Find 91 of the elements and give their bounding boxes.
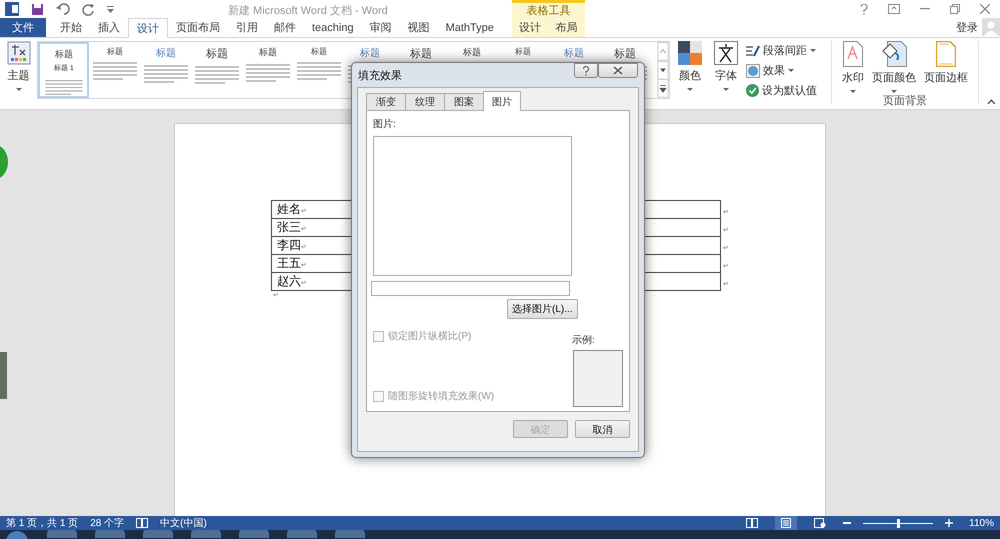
ribbon-tab[interactable]: 引用 xyxy=(228,18,266,37)
group-label: 页面背景 xyxy=(883,94,928,109)
zoom-slider-thumb[interactable] xyxy=(897,518,900,528)
ribbon-tab[interactable]: 邮件 xyxy=(266,18,304,37)
caret-icon xyxy=(687,88,694,91)
start-button-icon[interactable] xyxy=(5,530,29,539)
font-character-icon xyxy=(714,41,738,65)
page-count: 第 1 页，共 1 页 xyxy=(6,516,78,530)
close-icon[interactable] xyxy=(980,4,990,14)
caret-icon xyxy=(16,88,22,91)
collapse-ribbon-icon[interactable] xyxy=(987,99,996,105)
caret-icon xyxy=(850,90,856,93)
ribbon-tab[interactable]: 页面布局 xyxy=(168,18,228,37)
ribbon-tab[interactable]: 设计 xyxy=(515,18,546,37)
dialog-title: 填充效果 xyxy=(358,69,402,83)
book-icon xyxy=(746,518,758,528)
dialog-tab[interactable]: 渐变 xyxy=(366,93,406,110)
fonts-button[interactable]: 字体 xyxy=(710,41,742,91)
close-icon xyxy=(613,66,623,75)
help-icon xyxy=(582,66,590,76)
themes-button[interactable]: 主题 xyxy=(4,41,34,91)
ribbon-tab[interactable]: 审阅 xyxy=(362,18,400,37)
ribbon-tab[interactable]: 视图 xyxy=(400,18,438,37)
colors-button[interactable]: 颜色 xyxy=(674,41,706,91)
text-lines-icon xyxy=(246,63,290,83)
paint-bucket-page-icon xyxy=(881,41,908,67)
theme-icon xyxy=(6,41,31,65)
style-set-thumbnail[interactable]: 标题 xyxy=(89,42,140,98)
caret-icon xyxy=(788,69,794,72)
minimize-icon[interactable] xyxy=(920,8,930,10)
save-icon[interactable] xyxy=(31,2,44,16)
context-group-title: 表格工具 xyxy=(526,4,570,18)
ribbon-tab[interactable]: 布局 xyxy=(552,18,582,37)
scroll-down-icon[interactable] xyxy=(657,60,670,80)
ribbon-tab[interactable]: 开始 xyxy=(52,18,90,37)
style-set-thumbnail[interactable]: 标题 xyxy=(293,42,344,98)
dialog-tab[interactable]: 图片 xyxy=(483,91,521,111)
help-icon[interactable] xyxy=(860,4,868,14)
window-title: 新建 Microsoft Word 文档 - Word xyxy=(228,4,388,18)
file-name-field[interactable] xyxy=(371,281,570,296)
caret-icon xyxy=(891,90,898,93)
sign-in-link[interactable]: 登录 xyxy=(956,20,978,35)
style-set-thumbnail[interactable]: 标题 xyxy=(140,42,192,98)
restore-icon[interactable] xyxy=(950,4,960,14)
picture-label: 图片: xyxy=(373,118,397,131)
dropdown-caret-icon[interactable] xyxy=(107,6,114,12)
caret-icon xyxy=(723,88,730,91)
gallery-expand-icon[interactable] xyxy=(657,79,670,98)
page-icon xyxy=(781,518,792,528)
word-count: 28 个字 xyxy=(90,516,124,530)
effects-button[interactable]: 效果 xyxy=(746,63,818,78)
print-layout-button[interactable] xyxy=(775,516,798,530)
checkmark-icon xyxy=(746,84,760,97)
ribbon-tab[interactable]: 设计 xyxy=(128,18,168,38)
web-page-icon xyxy=(814,518,826,528)
text-lines-icon xyxy=(296,61,341,81)
proofing-book-icon[interactable] xyxy=(136,518,148,528)
caret-icon xyxy=(810,49,816,52)
ribbon-tab[interactable]: 插入 xyxy=(90,18,128,37)
sample-label: 示例: xyxy=(572,334,596,347)
dialog-tab[interactable]: 纹理 xyxy=(405,93,445,110)
zoom-level[interactable]: 110% xyxy=(969,518,994,528)
paragraph-spacing-icon xyxy=(746,44,760,56)
color-swatch-icon xyxy=(678,41,702,65)
text-lines-icon xyxy=(92,61,137,81)
ribbon-display-icon[interactable] xyxy=(888,4,900,14)
text-lines-icon xyxy=(144,64,188,84)
circle-icon xyxy=(746,64,760,78)
text-lines-icon xyxy=(194,65,239,85)
ribbon-tab[interactable]: teaching xyxy=(304,18,362,37)
style-set-thumbnail[interactable]: 标题 xyxy=(191,42,242,98)
sample-preview xyxy=(573,350,623,407)
cancel-button[interactable]: 取消 xyxy=(575,420,630,438)
page-color-button[interactable]: 页面颜色 xyxy=(868,41,920,93)
page-borders-button[interactable]: 页面边框 xyxy=(920,41,972,93)
paragraph-spacing-button[interactable]: 段落间距 xyxy=(746,43,818,58)
watermark-button[interactable]: 水印 xyxy=(838,41,868,93)
page-letter-icon xyxy=(843,41,864,67)
help-button[interactable] xyxy=(574,63,598,78)
set-default-button[interactable]: 设为默认值 xyxy=(746,83,818,98)
ribbon-tab[interactable]: MathType xyxy=(438,18,502,37)
zoom-in-icon[interactable] xyxy=(945,519,954,527)
language-indicator[interactable]: 中文(中国) xyxy=(160,516,207,530)
ribbon-tab[interactable]: 文件 xyxy=(0,18,46,37)
close-button[interactable] xyxy=(598,63,638,78)
dialog-tab[interactable]: 图案 xyxy=(444,93,484,110)
style-set-thumbnail[interactable]: 标题 xyxy=(242,42,294,98)
page-border-icon xyxy=(936,41,956,67)
select-picture-button[interactable]: 选择图片(L)... xyxy=(507,299,578,319)
undo-icon[interactable] xyxy=(56,3,70,15)
redo-icon[interactable] xyxy=(82,2,95,16)
